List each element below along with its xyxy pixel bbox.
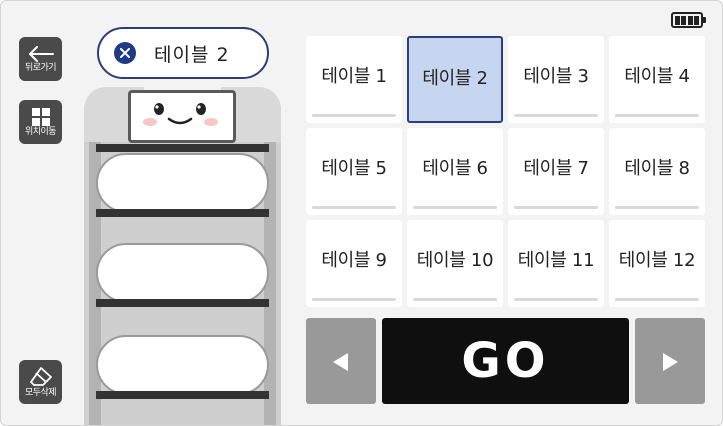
- eraser-icon: [29, 366, 52, 386]
- robot-face: [128, 90, 236, 143]
- table-button[interactable]: 테이블 4: [609, 36, 705, 123]
- table-underline: [312, 206, 396, 209]
- move-location-label: 위치이동: [24, 126, 57, 137]
- tray-slot-2: [96, 243, 269, 303]
- table-button[interactable]: 테이블 2: [407, 36, 503, 123]
- tray-slot-1: [96, 153, 269, 213]
- table-button[interactable]: 테이블 5: [306, 128, 402, 215]
- selected-table-label: 테이블 2: [154, 43, 230, 66]
- table-button[interactable]: 테이블 1: [306, 36, 402, 123]
- table-button-label: 테이블 7: [523, 158, 589, 179]
- triangle-left-icon: [333, 353, 348, 371]
- table-underline: [615, 114, 699, 117]
- next-page-button[interactable]: [635, 318, 705, 404]
- robot-control-screen: 뒤로가기 위치이동 모두삭제 테이블 2 테이블 1 테이블 2 테이블 3 테…: [0, 0, 723, 426]
- table-underline: [615, 298, 699, 301]
- table-button-label: 테이블 2: [422, 68, 488, 89]
- table-grid: 테이블 1 테이블 2 테이블 3 테이블 4 테이블 5 테이블 6 테이블 7 테이블 8…: [306, 36, 706, 307]
- table-underline: [514, 298, 598, 301]
- back-button-label: 뒤로가기: [24, 62, 57, 73]
- table-button-label: 테이블 5: [321, 158, 387, 179]
- table-button-label: 테이블 4: [624, 66, 690, 87]
- go-button[interactable]: GO: [382, 318, 629, 404]
- back-button[interactable]: 뒤로가기: [19, 37, 62, 81]
- table-underline: [413, 298, 497, 301]
- robot-tray: [96, 391, 269, 399]
- prev-page-button[interactable]: [306, 318, 376, 404]
- table-button[interactable]: 테이블 7: [508, 128, 604, 215]
- table-underline: [615, 206, 699, 209]
- clear-all-button[interactable]: 모두삭제: [19, 360, 62, 404]
- table-underline: [514, 114, 598, 117]
- close-icon[interactable]: [114, 42, 136, 64]
- table-button-label: 테이블 6: [422, 158, 488, 179]
- table-button[interactable]: 테이블 10: [407, 220, 503, 307]
- go-button-label: GO: [461, 333, 550, 389]
- robot-smile-icon: [143, 103, 218, 126]
- table-button-label: 테이블 10: [416, 250, 494, 271]
- battery-bar: [693, 15, 699, 25]
- battery-bar: [681, 15, 687, 25]
- robot-tray: [96, 299, 269, 307]
- table-button-label: 테이블 1: [321, 66, 387, 87]
- grid-icon: [31, 107, 50, 126]
- table-button[interactable]: 테이블 8: [609, 128, 705, 215]
- table-button-label: 테이블 12: [618, 250, 696, 271]
- robot-tray: [96, 209, 269, 217]
- tray-slot-3: [96, 335, 269, 395]
- table-button[interactable]: 테이블 12: [609, 220, 705, 307]
- selected-table-chip[interactable]: 테이블 2: [97, 27, 269, 79]
- battery-icon: [671, 12, 706, 28]
- serving-robot-illustration: [84, 87, 281, 425]
- table-button-label: 테이블 11: [517, 250, 595, 271]
- table-button-label: 테이블 3: [523, 66, 589, 87]
- table-underline: [514, 206, 598, 209]
- table-underline: [413, 206, 497, 209]
- table-button-label: 테이블 9: [321, 250, 387, 271]
- table-underline: [312, 298, 396, 301]
- table-button[interactable]: 테이블 6: [407, 128, 503, 215]
- table-button-label: 테이블 8: [624, 158, 690, 179]
- triangle-right-icon: [663, 353, 678, 371]
- move-location-button[interactable]: 위치이동: [19, 100, 62, 144]
- battery-bar: [687, 15, 693, 25]
- robot-tray: [96, 144, 269, 152]
- table-button[interactable]: 테이블 3: [508, 36, 604, 123]
- table-button[interactable]: 테이블 11: [508, 220, 604, 307]
- battery-bar: [675, 15, 681, 25]
- table-button[interactable]: 테이블 9: [306, 220, 402, 307]
- clear-all-label: 모두삭제: [24, 387, 57, 398]
- table-underline: [312, 114, 396, 117]
- arrow-left-icon: [28, 45, 54, 62]
